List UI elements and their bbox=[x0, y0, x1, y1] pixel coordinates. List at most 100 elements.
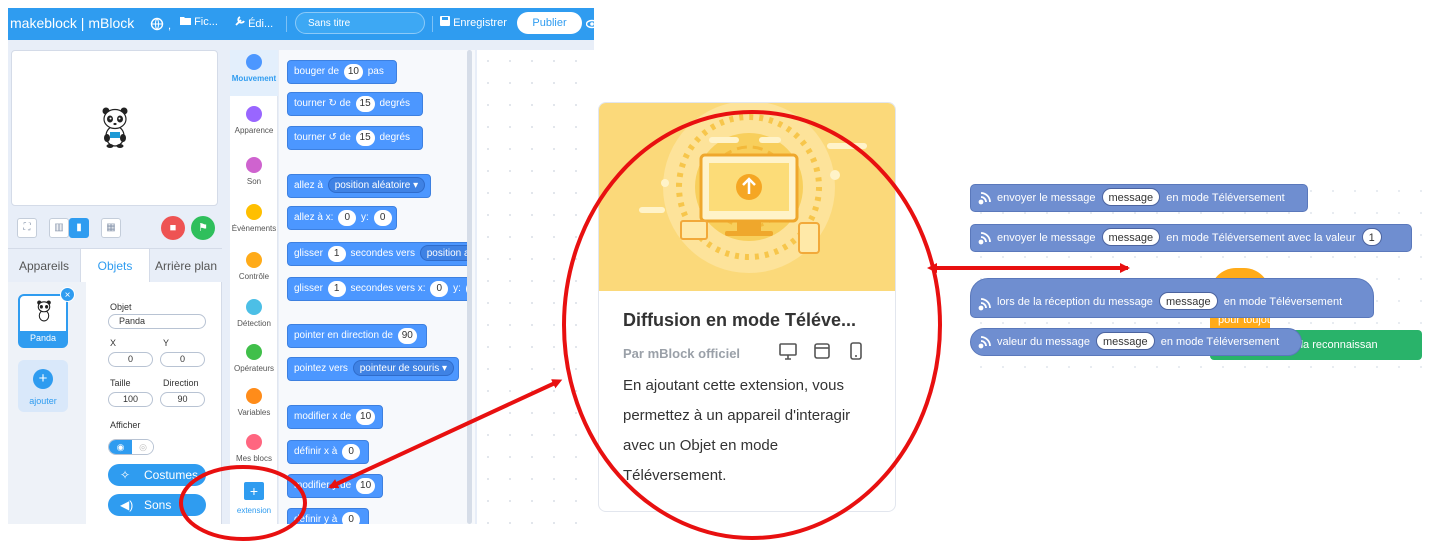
x-input[interactable]: 0 bbox=[108, 352, 153, 367]
block-goto-xy[interactable]: allez à x: 0 y: 0 bbox=[287, 206, 397, 230]
category-label: Évènements bbox=[231, 224, 277, 233]
delete-sprite-icon[interactable]: × bbox=[60, 287, 75, 302]
save-icon bbox=[440, 16, 450, 26]
visibility-toggle[interactable]: ◉ ◎ bbox=[108, 439, 154, 455]
variables-dot-icon bbox=[246, 388, 262, 404]
category-label: Variables bbox=[237, 408, 271, 417]
category-events[interactable]: Évènements bbox=[230, 200, 278, 246]
block-point-towards[interactable]: pointez vers pointeur de souris ▾ bbox=[287, 357, 459, 381]
edit-menu-label: Édi... bbox=[248, 18, 274, 30]
palette-scrollbar[interactable] bbox=[467, 50, 472, 524]
costumes-button[interactable]: ✧ Costumes bbox=[108, 464, 206, 486]
sprite-list: Panda × + ajouter bbox=[8, 282, 86, 524]
sound-dot-icon bbox=[246, 157, 262, 173]
category-my-blocks[interactable]: Mes blocs bbox=[230, 430, 278, 476]
object-name-input[interactable]: Panda bbox=[108, 314, 206, 329]
panda-thumbnail-icon bbox=[37, 300, 51, 322]
extension-button[interactable]: + extension bbox=[237, 482, 271, 524]
block-turn-left[interactable]: tourner ↺ de 15 degrés bbox=[287, 126, 423, 150]
block-glide-to[interactable]: glisser 1 secondes vers position alé bbox=[287, 242, 471, 266]
size-label: Taille bbox=[110, 378, 131, 388]
show-label: Afficher bbox=[110, 420, 141, 430]
file-menu[interactable]: Fic... bbox=[180, 16, 218, 28]
tab-devices[interactable]: Appareils bbox=[8, 249, 80, 283]
mblock-editor: makeblock | mBlock , Fic... Édi... Sans … bbox=[8, 8, 594, 524]
y-input[interactable]: 0 bbox=[160, 352, 205, 367]
script-workspace[interactable] bbox=[477, 50, 594, 524]
block-point-direction[interactable]: pointer en direction de 90 bbox=[287, 324, 427, 348]
direction-input[interactable]: 90 bbox=[160, 392, 205, 407]
add-sprite-button[interactable]: + ajouter bbox=[18, 360, 68, 412]
my-blocks-dot-icon bbox=[246, 434, 262, 450]
eye-icon[interactable] bbox=[586, 18, 594, 30]
window-icon bbox=[814, 343, 830, 359]
file-menu-label: Fic... bbox=[194, 16, 218, 28]
size-input[interactable]: 100 bbox=[108, 392, 153, 407]
broadcast-illustration-icon bbox=[639, 103, 867, 273]
control-dot-icon bbox=[246, 252, 262, 268]
block-glide-xy[interactable]: glisser 1 secondes vers x: 0 y: 0 bbox=[287, 277, 471, 301]
sprite-card-panda[interactable]: Panda × bbox=[18, 287, 75, 348]
globe-icon[interactable] bbox=[150, 17, 164, 31]
desktop-icon bbox=[779, 343, 797, 360]
block-send-message[interactable]: envoyer le message message en mode Télév… bbox=[970, 184, 1308, 212]
broadcast-icon bbox=[978, 298, 991, 311]
add-extension-icon: + bbox=[244, 482, 264, 500]
block-goto[interactable]: allez à position aléatoire ▾ bbox=[287, 174, 431, 198]
broadcast-icon bbox=[978, 336, 991, 349]
sensing-dot-icon bbox=[246, 299, 262, 315]
category-control[interactable]: Contrôle bbox=[230, 248, 278, 294]
block-when-receive-message[interactable]: lors de la réception du message message … bbox=[970, 278, 1374, 318]
block-move[interactable]: bouger de 10 pas bbox=[287, 60, 397, 84]
edit-menu[interactable]: Édi... bbox=[234, 16, 273, 30]
block-message-value[interactable]: valeur du message message en mode Téléve… bbox=[970, 328, 1302, 356]
small-stage-button[interactable]: ▥ bbox=[49, 218, 69, 238]
direction-label: Direction bbox=[163, 378, 199, 388]
green-flag-button[interactable]: ⚑ bbox=[191, 216, 215, 240]
y-label: Y bbox=[163, 338, 170, 348]
sounds-button[interactable]: ◀) Sons bbox=[108, 494, 206, 516]
grid-view-button[interactable]: ▦ bbox=[101, 218, 121, 238]
rotate-left-icon: ↺ bbox=[328, 132, 337, 143]
block-set-y[interactable]: définir y à 0 bbox=[287, 508, 369, 524]
category-label: Mes blocs bbox=[235, 454, 272, 463]
extension-banner bbox=[599, 103, 895, 291]
stage-controls: ⛶ ▥ ▮ ▦ ■ ⚑ bbox=[11, 214, 218, 242]
tab-backdrops[interactable]: Arrière plan bbox=[150, 249, 222, 283]
object-label: Objet bbox=[110, 302, 132, 312]
block-change-y[interactable]: modifier y de 10 bbox=[287, 474, 383, 498]
extension-card[interactable]: Diffusion en mode Téléve... Par mBlock o… bbox=[598, 102, 896, 512]
stage-canvas[interactable] bbox=[11, 50, 218, 206]
panda-sprite[interactable] bbox=[100, 106, 130, 148]
brand-logo: makeblock | mBlock bbox=[10, 15, 135, 31]
category-variables[interactable]: Variables bbox=[230, 384, 278, 430]
wrench-icon bbox=[235, 16, 245, 26]
fullscreen-button[interactable]: ⛶ bbox=[17, 218, 37, 238]
category-label: Contrôle bbox=[238, 272, 270, 281]
category-label: Son bbox=[246, 177, 262, 186]
block-set-x[interactable]: définir x à 0 bbox=[287, 440, 369, 464]
project-title-input[interactable]: Sans titre bbox=[295, 12, 425, 34]
stop-button[interactable]: ■ bbox=[161, 216, 185, 240]
block-send-message-with-value[interactable]: envoyer le message message en mode Télév… bbox=[970, 224, 1412, 252]
category-sound[interactable]: Son bbox=[230, 153, 278, 199]
visible-eye-icon[interactable]: ◉ bbox=[109, 440, 132, 454]
publish-button[interactable]: Publier bbox=[517, 12, 582, 34]
category-sensing[interactable]: Détection bbox=[230, 295, 278, 341]
extension-title: Diffusion en mode Téléve... bbox=[623, 310, 857, 330]
tab-sprites[interactable]: Objets bbox=[80, 249, 150, 283]
block-change-x[interactable]: modifier x de 10 bbox=[287, 405, 383, 429]
block-turn-right[interactable]: tourner ↻ de 15 degrés bbox=[287, 92, 423, 116]
save-label: Enregistrer bbox=[453, 17, 507, 29]
rotate-right-icon: ↻ bbox=[328, 98, 337, 109]
category-operators[interactable]: Opérateurs bbox=[230, 340, 278, 386]
save-button[interactable]: Enregistrer bbox=[440, 16, 507, 29]
sprite-panel: Panda × + ajouter Objet Panda X Y 0 0 Ta… bbox=[8, 282, 222, 524]
category-looks[interactable]: Apparence bbox=[230, 102, 278, 148]
plus-icon: + bbox=[33, 369, 53, 389]
upload-blocks-workspace: pour toujours tat de la reconnaissan env… bbox=[970, 180, 1422, 375]
hidden-eye-icon[interactable]: ◎ bbox=[132, 440, 153, 454]
large-stage-button[interactable]: ▮ bbox=[69, 218, 89, 238]
block-palette: bouger de 10 pas tourner ↻ de 15 degrés … bbox=[279, 50, 475, 524]
category-motion[interactable]: Mouvement bbox=[230, 50, 278, 96]
